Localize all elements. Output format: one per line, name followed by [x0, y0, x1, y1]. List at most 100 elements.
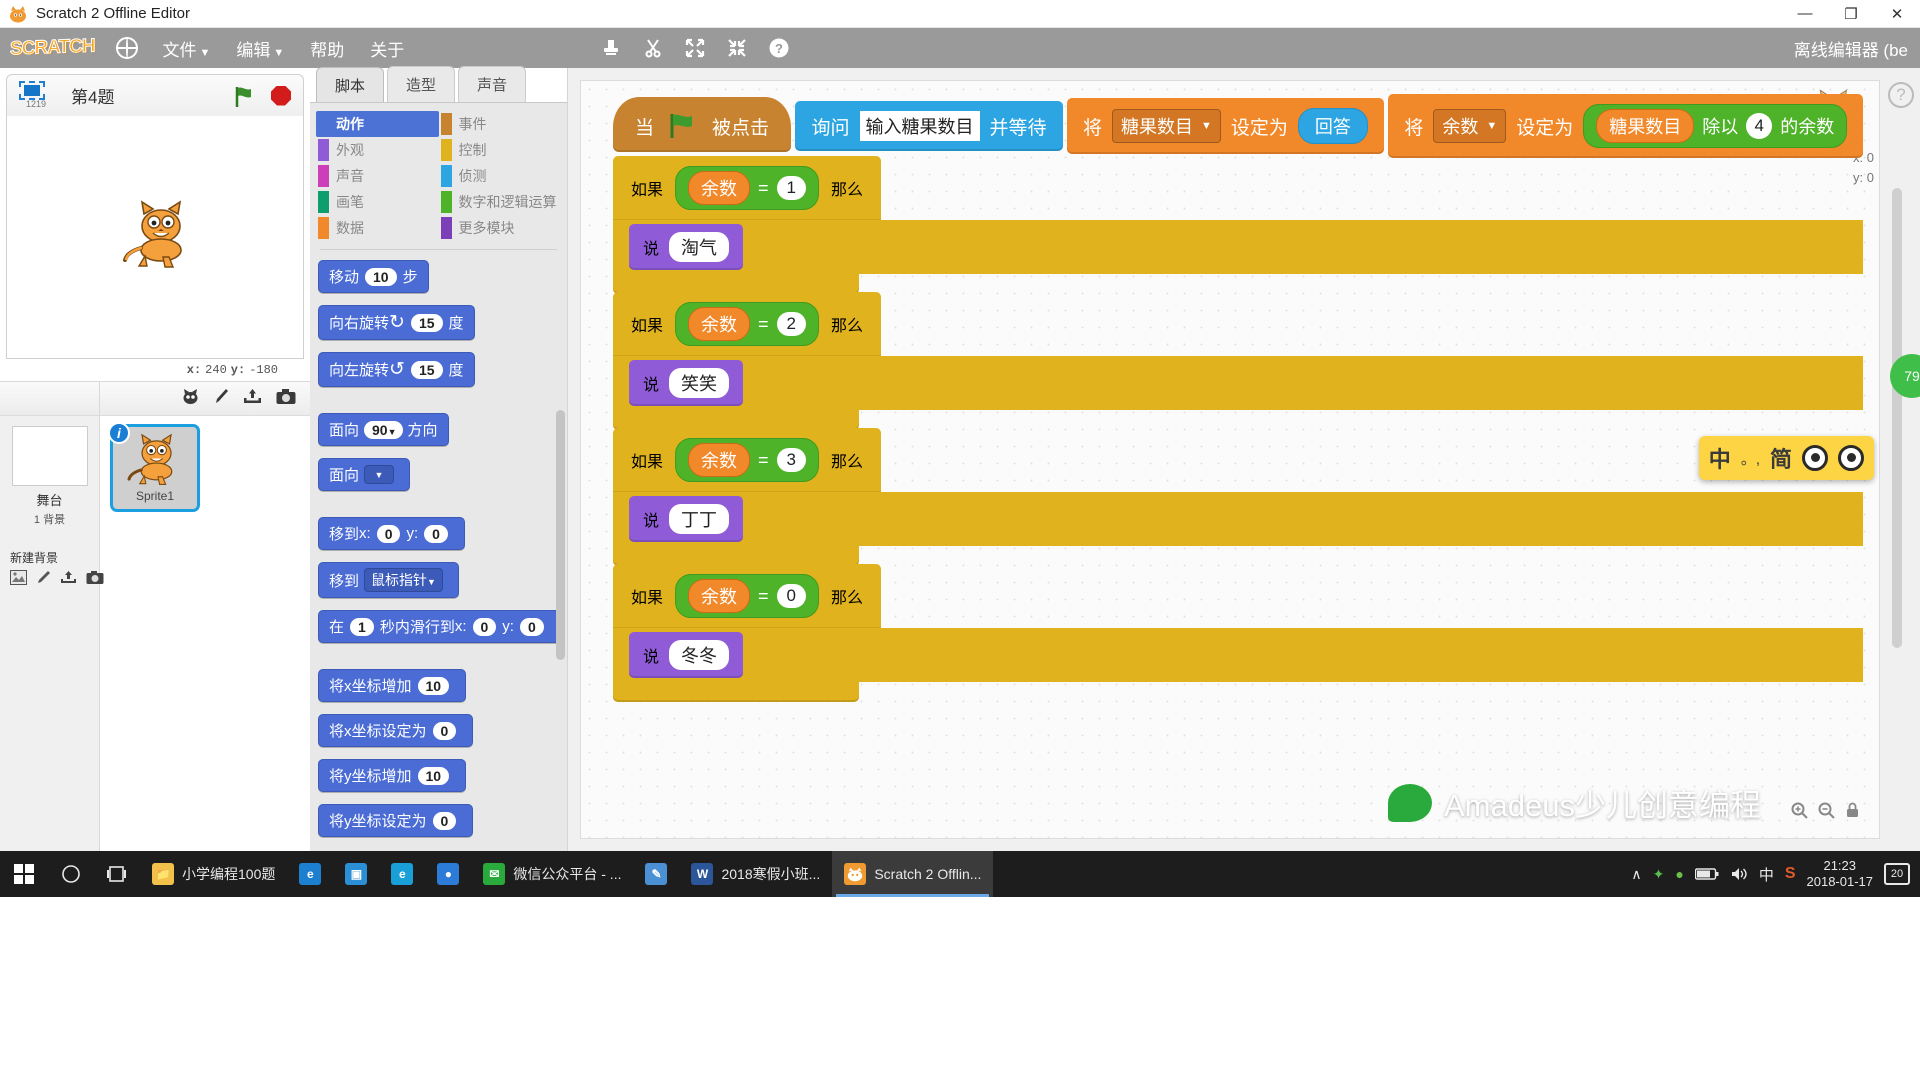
block-set-candy-count[interactable]: 将 糖果数目 ▼ 设定为 回答: [1066, 98, 1384, 154]
sprite-card-sprite1[interactable]: i Sprite1: [108, 422, 200, 512]
taskbar-clock[interactable]: 21:23 2018-01-17: [1807, 858, 1874, 891]
block-say[interactable]: 说 淘气: [629, 224, 744, 270]
sogou-icon[interactable]: S: [1785, 865, 1796, 883]
maximize-button[interactable]: ❐: [1828, 0, 1874, 28]
category-operators[interactable]: 数字和逻辑运算: [439, 189, 562, 215]
taskbar-app-scratch[interactable]: Scratch 2 Offlin...: [832, 851, 994, 897]
palette-block-change-x[interactable]: 将x坐标增加 10: [318, 669, 467, 702]
condition-equals[interactable]: 余数 = 0: [675, 574, 819, 618]
say-text-input[interactable]: 笑笑: [669, 368, 730, 398]
browser-green-icon[interactable]: ●: [1675, 866, 1683, 882]
block-number-input[interactable]: 15: [410, 313, 443, 332]
block-if-remainder-0[interactable]: 如果 余数 = 0 那么 说 冬冬: [613, 564, 1864, 702]
if-header[interactable]: 如果 余数 = 3 那么: [613, 428, 882, 492]
palette-block-set-x[interactable]: 将x坐标设定为 0: [318, 714, 474, 747]
palette-block-point-in-direction[interactable]: 面向 90▼ 方向: [318, 413, 449, 446]
palette-block-turn-right[interactable]: 向右旋转 ↻ 15 度: [318, 305, 475, 340]
block-target-dropdown[interactable]: ▼: [364, 465, 395, 484]
block-if-remainder-2[interactable]: 如果 余数 = 2 那么 说 笑笑: [613, 292, 1864, 430]
upload-icon[interactable]: [60, 570, 77, 589]
shield-green-icon[interactable]: ✦: [1653, 866, 1665, 883]
reporter-variable-remainder[interactable]: 余数: [688, 443, 751, 477]
taskbar-app-editor[interactable]: ✎: [633, 851, 679, 897]
palette-block-turn-left[interactable]: 向左旋转 ↺ 15 度: [318, 352, 475, 387]
block-number-input[interactable]: 0: [519, 617, 544, 636]
reporter-variable-remainder[interactable]: 余数: [688, 307, 751, 341]
palette-block-glide[interactable]: 在 1 秒内滑行到 x: 0 y: 0: [318, 610, 561, 643]
reporter-answer[interactable]: 回答: [1297, 108, 1368, 144]
sprite-info-badge[interactable]: i: [108, 422, 130, 444]
ask-prompt-input[interactable]: 输入糖果数目: [859, 111, 980, 141]
stamp-duplicate-icon[interactable]: [600, 37, 622, 59]
tab-sounds[interactable]: 声音: [458, 66, 527, 102]
palette-block-change-y[interactable]: 将y坐标增加 10: [318, 759, 467, 792]
ime-mode-label[interactable]: 中: [1709, 442, 1731, 474]
if-header[interactable]: 如果 余数 = 2 那么: [613, 292, 882, 356]
block-number-input[interactable]: 10: [417, 676, 450, 695]
palette-block-point-towards[interactable]: 面向 ▼: [318, 458, 411, 491]
volume-icon[interactable]: [1730, 866, 1748, 882]
palette-block-go-to-xy[interactable]: 移到 x: 0 y: 0: [318, 517, 465, 550]
minimize-button[interactable]: —: [1782, 0, 1828, 28]
search-circle-icon[interactable]: [48, 851, 94, 897]
reporter-variable-remainder[interactable]: 余数: [688, 171, 751, 205]
palette-block-move[interactable]: 移动 10 步: [318, 260, 429, 293]
category-more-blocks[interactable]: 更多模块: [439, 215, 562, 241]
taskbar-app-edge[interactable]: e: [379, 851, 425, 897]
block-set-remainder[interactable]: 将 余数 ▼ 设定为 糖果数目 除以 4 的余数: [1388, 94, 1864, 158]
chevron-up-icon[interactable]: ∧: [1631, 866, 1641, 883]
globe-icon[interactable]: [116, 37, 139, 59]
taskbar-app-ie[interactable]: e: [287, 851, 333, 897]
paint-brush-icon[interactable]: [36, 570, 51, 589]
ime-toolbar[interactable]: 中 。, 简: [1698, 436, 1874, 480]
say-text-input[interactable]: 淘气: [669, 232, 730, 262]
block-say[interactable]: 说 笑笑: [629, 360, 744, 406]
shrink-icon[interactable]: [726, 37, 748, 59]
category-motion[interactable]: 动作: [316, 111, 439, 137]
say-text-input[interactable]: 丁丁: [669, 504, 730, 534]
menu-help[interactable]: 帮助: [310, 36, 344, 61]
category-looks[interactable]: 外观: [316, 137, 439, 163]
zoom-out-icon[interactable]: [1818, 802, 1835, 823]
variable-dropdown-candy[interactable]: 糖果数目 ▼: [1111, 109, 1221, 143]
category-sensing[interactable]: 侦测: [439, 163, 562, 189]
if-header[interactable]: 如果 余数 = 0 那么: [613, 564, 882, 628]
say-text-input[interactable]: 冬冬: [669, 640, 730, 670]
block-number-input[interactable]: 0: [472, 617, 497, 636]
category-events[interactable]: 事件: [439, 111, 562, 137]
task-view-icon[interactable]: [94, 851, 140, 897]
taskbar-app-word[interactable]: W 2018寒假小班...: [679, 851, 832, 897]
ime-punctuation-label[interactable]: 。,: [1741, 448, 1760, 469]
condition-value-input[interactable]: 0: [776, 584, 806, 608]
stage-canvas[interactable]: [6, 116, 304, 359]
stage-mode-icon[interactable]: 1219: [19, 80, 53, 111]
modulo-number-input[interactable]: 4: [1746, 113, 1773, 139]
block-say[interactable]: 说 冬冬: [629, 632, 744, 678]
zoom-in-icon[interactable]: [1791, 802, 1808, 823]
if-header[interactable]: 如果 余数 = 1 那么: [613, 156, 882, 220]
block-number-input[interactable]: 10: [365, 267, 397, 286]
ime-toggle-icon[interactable]: [1802, 445, 1828, 471]
block-if-remainder-1[interactable]: 如果 余数 = 1 那么 说 淘气: [613, 156, 1864, 294]
upload-sprite-icon[interactable]: [243, 388, 262, 410]
condition-value-input[interactable]: 3: [776, 448, 806, 472]
block-number-input[interactable]: 0: [424, 524, 448, 543]
ime-toggle-icon[interactable]: [1838, 445, 1864, 471]
ime-simplified-label[interactable]: 简: [1770, 442, 1792, 474]
condition-value-input[interactable]: 2: [776, 312, 806, 336]
category-data[interactable]: 数据: [316, 215, 439, 241]
scratch-logo[interactable]: SCRATCH: [10, 35, 95, 61]
tab-costumes[interactable]: 造型: [387, 66, 456, 102]
library-picture-icon[interactable]: [10, 570, 27, 589]
script-vertical-scrollbar[interactable]: [1892, 188, 1902, 648]
reporter-variable-candy[interactable]: 糖果数目: [1596, 109, 1695, 143]
zoom-controls[interactable]: [1791, 802, 1860, 823]
green-flag-icon[interactable]: [233, 86, 255, 107]
script-area[interactable]: x: 0 y: 0 ? 79 当 被点击 询问 输入糖果数目 并等待 将 糖果数…: [568, 68, 1920, 851]
grow-icon[interactable]: [684, 37, 706, 59]
block-number-input[interactable]: 1: [350, 617, 374, 636]
condition-equals[interactable]: 余数 = 2: [675, 302, 819, 346]
camera-sprite-icon[interactable]: [276, 388, 296, 410]
stage-thumbnail[interactable]: [11, 426, 88, 486]
script-stack[interactable]: 当 被点击 询问 输入糖果数目 并等待 将 糖果数目 ▼ 设定为 回答 将 余数…: [613, 94, 1864, 702]
